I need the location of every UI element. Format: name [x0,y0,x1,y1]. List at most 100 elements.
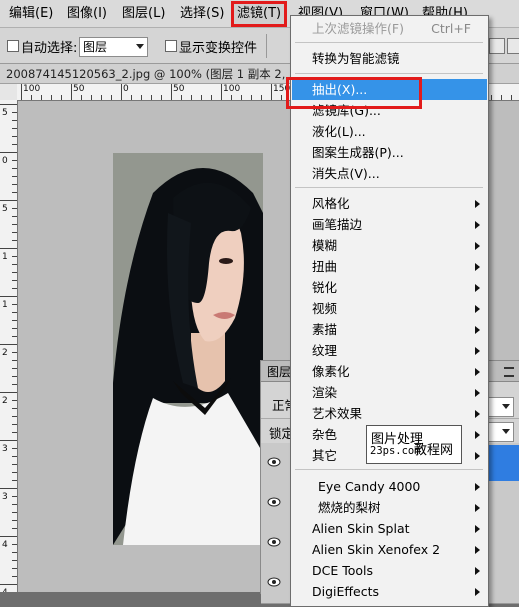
submenu-arrow-icon [475,410,480,418]
ruler-tick [0,536,17,537]
ruler-tick [12,504,17,505]
ruler-tick [12,160,17,161]
menu-item-blur[interactable]: 模糊 [292,235,487,256]
distribute-icon[interactable] [507,38,519,54]
eye-icon[interactable] [267,536,281,548]
ruler-label: 0 [123,84,129,94]
layers-tab[interactable]: 图层 [267,363,291,380]
ruler-tick [12,320,17,321]
submenu-arrow-icon [475,284,480,292]
submenu-arrow-icon [475,546,480,554]
menu-select[interactable]: 选择(S) [178,4,226,23]
panel-menu-icon[interactable] [504,367,514,377]
ruler-tick [81,95,82,100]
vertical-ruler[interactable]: 5 0 5 1 1 2 2 3 3 4 4 [0,100,18,592]
ruler-tick [251,95,252,100]
ruler-tick [12,112,17,113]
ruler-tick [12,280,17,281]
align-icon[interactable] [489,38,505,54]
ruler-tick [0,296,17,297]
ruler-tick [231,95,232,100]
menu-layer[interactable]: 图层(L) [120,4,167,23]
ruler-tick [71,84,72,100]
ruler-label: 2 [2,348,8,358]
ruler-tick [12,128,17,129]
ruler-tick [131,95,132,100]
menu-item-video[interactable]: 视频 [292,298,487,319]
watermark-line3: 教程网 [414,443,454,458]
menu-item-texture[interactable]: 纹理 [292,340,487,361]
ruler-tick [0,488,17,489]
submenu-arrow-icon [475,242,480,250]
ruler-tick [12,216,17,217]
menu-item-brush-strokes[interactable]: 画笔描边 [292,214,487,235]
ruler-label: 1 [2,300,8,310]
ruler-tick [12,232,17,233]
submenu-arrow-icon [475,452,480,460]
options-divider [266,34,267,58]
menu-item-eye-candy[interactable]: Eye Candy 4000 [292,476,487,497]
eye-icon[interactable] [267,576,281,588]
submenu-arrow-icon [475,588,480,596]
menu-item-alien-skin-splat[interactable]: Alien Skin Splat [292,518,487,539]
eye-icon[interactable] [267,496,281,508]
ruler-tick [12,208,17,209]
ruler-tick [12,288,17,289]
menu-item-pixelate[interactable]: 像素化 [292,361,487,382]
ruler-tick [0,104,17,105]
menu-item-alien-skin-xenofex[interactable]: Alien Skin Xenofex 2 [292,539,487,560]
menu-item-burning-pear[interactable]: 燃烧的梨树 [292,497,487,518]
ruler-tick [0,200,17,201]
ruler-tick [12,424,17,425]
ruler-corner[interactable] [0,84,18,101]
watermark-line2: 23ps.com [370,445,421,457]
menu-filter[interactable]: 滤镜(T) [231,1,288,27]
ruler-tick [41,95,42,100]
ruler-tick [12,552,17,553]
menu-item-last-filter[interactable]: 上次滤镜操作(F) Ctrl+F [292,18,487,39]
ruler-tick [21,84,22,100]
ruler-tick [12,464,17,465]
auto-select-checkbox[interactable] [7,40,19,52]
menu-item-render[interactable]: 渲染 [292,382,487,403]
auto-select-label: 自动选择: [21,41,78,56]
menu-image[interactable]: 图像(I) [65,4,109,23]
ruler-tick [12,456,17,457]
ruler-label: 0 [2,156,8,166]
chevron-down-icon [136,44,144,49]
ruler-tick [12,136,17,137]
ruler-tick [12,368,17,369]
menu-item-dce-tools[interactable]: DCE Tools [292,560,487,581]
submenu-arrow-icon [475,326,480,334]
submenu-arrow-icon [475,263,480,271]
ruler-tick [12,544,17,545]
portrait-photo[interactable] [113,153,263,545]
menu-item-pattern-maker[interactable]: 图案生成器(P)... [292,142,487,163]
ruler-tick [12,304,17,305]
ruler-tick [12,168,17,169]
ruler-tick [61,95,62,100]
menu-item-vanishing-point[interactable]: 消失点(V)... [292,163,487,184]
auto-select-dropdown[interactable]: 图层 [79,37,148,57]
menu-item-artistic[interactable]: 艺术效果 [292,403,487,424]
menu-item-distort[interactable]: 扭曲 [292,256,487,277]
menu-item-sketch[interactable]: 素描 [292,319,487,340]
ruler-tick [501,95,502,100]
menu-item-convert-smart-filter[interactable]: 转换为智能滤镜 [292,48,487,69]
menu-item-stylize[interactable]: 风格化 [292,193,487,214]
menu-item-sharpen[interactable]: 锐化 [292,277,487,298]
menu-item-liquify[interactable]: 液化(L)... [292,121,487,142]
show-transform-checkbox[interactable] [165,40,177,52]
ruler-tick [121,84,122,100]
ruler-tick [12,376,17,377]
ruler-tick [12,560,17,561]
ruler-tick [12,336,17,337]
ruler-tick [0,152,17,153]
ruler-tick [12,568,17,569]
menu-edit[interactable]: 编辑(E) [7,4,55,23]
ruler-tick [12,480,17,481]
ruler-tick [12,448,17,449]
eye-icon[interactable] [267,456,281,468]
ruler-label: 50 [173,84,185,94]
ruler-tick [12,192,17,193]
